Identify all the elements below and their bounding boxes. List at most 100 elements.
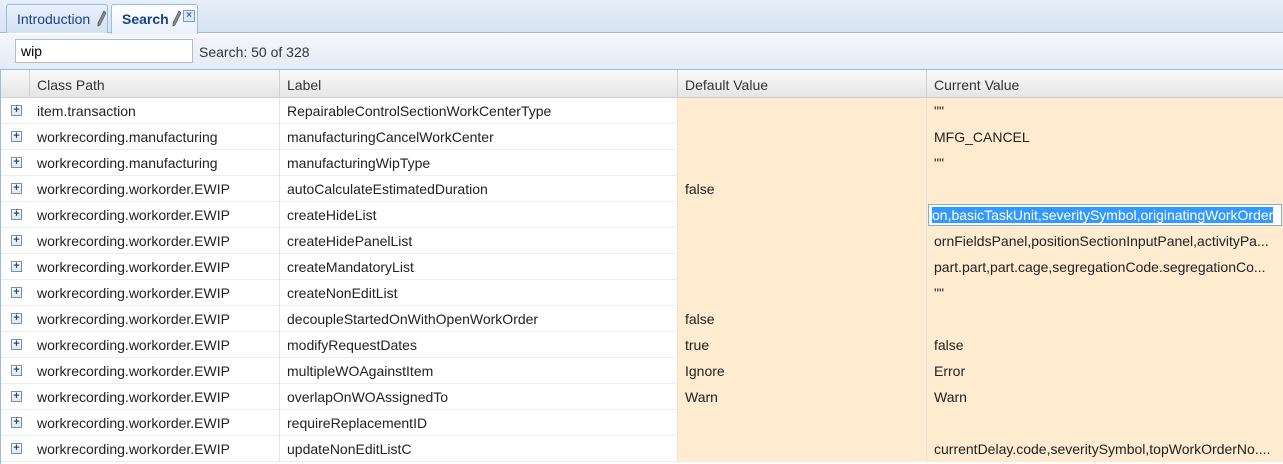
- cell-label: manufacturingCancelWorkCenter: [280, 124, 678, 150]
- cell-label: modifyRequestDates: [280, 332, 678, 358]
- config-grid: Class Path Label Default Value Current V…: [0, 70, 1283, 464]
- cell-default-value[interactable]: false: [678, 306, 927, 332]
- cell-current-value[interactable]: Error: [927, 358, 1283, 384]
- expand-plus-icon[interactable]: +: [11, 443, 22, 454]
- cell-default-value[interactable]: false: [678, 176, 927, 202]
- cell-label: multipleWOAgainstItem: [280, 358, 678, 384]
- table-row[interactable]: + workrecording.workorder.EWIP multipleWOA…: [1, 358, 1283, 384]
- table-row[interactable]: + workrecording.workorder.EWIP createHideL…: [1, 202, 1283, 228]
- cell-default-value[interactable]: Ignore: [678, 358, 927, 384]
- tab-search-label: Search: [122, 11, 169, 27]
- cell-default-value[interactable]: [678, 124, 927, 150]
- cell-current-value[interactable]: "": [927, 98, 1283, 124]
- cell-class-path: workrecording.workorder.EWIP: [30, 436, 280, 462]
- cell-label: requireReplacementID: [280, 410, 678, 436]
- table-row[interactable]: + workrecording.workorder.EWIP createNonEd…: [1, 280, 1283, 306]
- cell-current-value[interactable]: false: [927, 332, 1283, 358]
- current-value-editor[interactable]: on,basicTaskUnit,severitySymbol,originat…: [928, 204, 1282, 226]
- cell-current-value[interactable]: MFG_CANCEL: [927, 124, 1283, 150]
- cell-label: createHideList: [280, 202, 678, 228]
- expand-plus-icon[interactable]: +: [11, 313, 22, 324]
- expand-plus-icon[interactable]: +: [11, 339, 22, 350]
- cell-current-value[interactable]: on,basicTaskUnit,severitySymbol,originat…: [927, 202, 1283, 228]
- expand-plus-icon[interactable]: +: [11, 157, 22, 168]
- cell-label: manufacturingWipType: [280, 150, 678, 176]
- table-row[interactable]: + workrecording.workorder.EWIP createHideP…: [1, 228, 1283, 254]
- cell-default-value[interactable]: [678, 254, 927, 280]
- expand-plus-icon[interactable]: +: [11, 287, 22, 298]
- table-row[interactable]: + workrecording.workorder.EWIP requireRepl…: [1, 410, 1283, 436]
- expand-plus-icon[interactable]: +: [11, 235, 22, 246]
- expand-plus-icon[interactable]: +: [11, 183, 22, 194]
- cell-current-value[interactable]: [927, 306, 1283, 332]
- close-icon[interactable]: ×: [183, 10, 195, 22]
- cell-default-value[interactable]: [678, 150, 927, 176]
- search-input[interactable]: [15, 39, 193, 63]
- cell-current-value[interactable]: ornFieldsPanel,positionSectionInputPanel…: [927, 228, 1283, 254]
- cell-current-value[interactable]: "": [927, 150, 1283, 176]
- search-result-count: Search: 50 of 328: [199, 44, 310, 60]
- expand-plus-icon[interactable]: +: [11, 105, 22, 116]
- table-row[interactable]: + workrecording.manufacturing manufacturin…: [1, 124, 1283, 150]
- cell-current-value[interactable]: [927, 176, 1283, 202]
- cell-label: decoupleStartedOnWithOpenWorkOrder: [280, 306, 678, 332]
- expand-plus-icon[interactable]: +: [11, 209, 22, 220]
- expand-plus-icon[interactable]: +: [11, 131, 22, 142]
- cell-class-path: workrecording.workorder.EWIP: [30, 410, 280, 436]
- tab-bar: Introduction Search ×: [0, 0, 1283, 34]
- cell-class-path: workrecording.workorder.EWIP: [30, 254, 280, 280]
- cell-default-value[interactable]: [678, 410, 927, 436]
- cell-default-value[interactable]: [678, 98, 927, 124]
- expand-plus-icon[interactable]: +: [11, 391, 22, 402]
- tab-introduction[interactable]: Introduction: [6, 4, 108, 33]
- cell-label: RepairableControlSectionWorkCenterType: [280, 98, 678, 124]
- cell-label: autoCalculateEstimatedDuration: [280, 176, 678, 202]
- expand-plus-icon[interactable]: +: [11, 365, 22, 376]
- cell-class-path: workrecording.workorder.EWIP: [30, 228, 280, 254]
- cell-default-value[interactable]: [678, 280, 927, 306]
- cell-current-value[interactable]: Warn: [927, 384, 1283, 410]
- table-row[interactable]: + workrecording.workorder.EWIP overlapOnWO…: [1, 384, 1283, 410]
- tab-search[interactable]: Search ×: [111, 4, 198, 34]
- table-row[interactable]: + workrecording.workorder.EWIP updateNonEd…: [1, 436, 1283, 462]
- expand-plus-icon[interactable]: +: [11, 261, 22, 272]
- cell-class-path: workrecording.workorder.EWIP: [30, 358, 280, 384]
- cell-default-value[interactable]: Warn: [678, 384, 927, 410]
- column-header-label[interactable]: Label: [280, 70, 678, 98]
- cell-class-path: workrecording.workorder.EWIP: [30, 384, 280, 410]
- cell-class-path: workrecording.manufacturing: [30, 124, 280, 150]
- cell-current-value[interactable]: part.part,part.cage,segregationCode.segr…: [927, 254, 1283, 280]
- selected-text: on,basicTaskUnit,severitySymbol,originat…: [932, 207, 1274, 223]
- cell-label: overlapOnWOAssignedTo: [280, 384, 678, 410]
- expander-column-header: [1, 70, 30, 98]
- pencil-icon[interactable]: [172, 10, 182, 27]
- column-header-class-path[interactable]: Class Path: [30, 70, 280, 98]
- column-header-current-value[interactable]: Current Value: [927, 70, 1283, 98]
- cell-class-path: workrecording.workorder.EWIP: [30, 202, 280, 228]
- cell-label: createNonEditList: [280, 280, 678, 306]
- table-row[interactable]: + workrecording.workorder.EWIP autoCalcula…: [1, 176, 1283, 202]
- grid-header: Class Path Label Default Value Current V…: [1, 70, 1283, 98]
- cell-label: createMandatoryList: [280, 254, 678, 280]
- table-row[interactable]: + workrecording.workorder.EWIP decoupleSta…: [1, 306, 1283, 332]
- column-header-default-value[interactable]: Default Value: [678, 70, 927, 98]
- cell-default-value[interactable]: [678, 436, 927, 462]
- cell-default-value[interactable]: [678, 202, 927, 228]
- cell-label: createHidePanelList: [280, 228, 678, 254]
- cell-default-value[interactable]: [678, 228, 927, 254]
- table-row[interactable]: + item.transaction RepairableControlSectio…: [1, 98, 1283, 124]
- cell-class-path: workrecording.workorder.EWIP: [30, 176, 280, 202]
- cell-label: updateNonEditListC: [280, 436, 678, 462]
- tab-introduction-label: Introduction: [17, 11, 91, 27]
- pencil-icon[interactable]: [97, 10, 107, 27]
- expand-plus-icon[interactable]: +: [11, 417, 22, 428]
- cell-class-path: workrecording.workorder.EWIP: [30, 306, 280, 332]
- cell-current-value[interactable]: "": [927, 280, 1283, 306]
- search-toolbar: Search: 50 of 328: [0, 34, 1283, 70]
- cell-default-value[interactable]: true: [678, 332, 927, 358]
- table-row[interactable]: + workrecording.workorder.EWIP createManda…: [1, 254, 1283, 280]
- cell-current-value[interactable]: [927, 410, 1283, 436]
- cell-current-value[interactable]: currentDelay.code,severitySymbol,topWork…: [927, 436, 1283, 462]
- table-row[interactable]: + workrecording.manufacturing manufacturin…: [1, 150, 1283, 176]
- table-row[interactable]: + workrecording.workorder.EWIP modifyReque…: [1, 332, 1283, 358]
